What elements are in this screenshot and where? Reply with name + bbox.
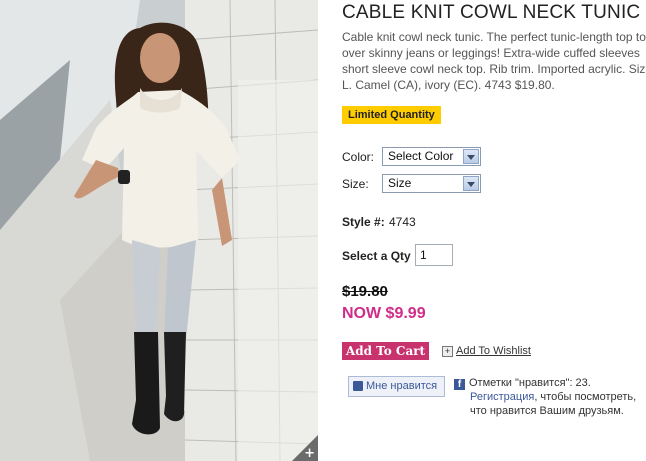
facebook-like-info: f Отметки "нравится": 23. Регистрация, чт… xyxy=(454,376,644,418)
original-price: $19.80 xyxy=(342,283,388,300)
product-description: Cable knit cowl neck tunic. The perfect … xyxy=(342,29,646,93)
product-photo-illustration xyxy=(0,0,318,461)
limited-quantity-badge: Limited Quantity xyxy=(342,106,441,124)
facebook-thumb-icon xyxy=(353,381,363,391)
facebook-friends-line: что нравится Вашим друзьям. xyxy=(470,405,624,417)
add-to-cart-button[interactable]: Add To Cart xyxy=(342,342,429,360)
zoom-plus-icon[interactable]: + xyxy=(304,447,315,460)
product-details: CABLE KNIT COWL NECK TUNIC Cable knit co… xyxy=(342,0,646,461)
select-arrow-icon[interactable] xyxy=(463,176,479,191)
color-select-value: Select Color xyxy=(388,149,454,163)
color-select[interactable]: Select Color xyxy=(382,147,481,166)
product-image[interactable]: + xyxy=(0,0,318,461)
description-line: short sleeve cowl neck top. Rib trim. Im… xyxy=(342,62,646,76)
size-select[interactable]: Size xyxy=(382,174,481,193)
add-to-wishlist-label[interactable]: Add To Wishlist xyxy=(456,345,531,357)
facebook-likes-count: Отметки "нравится": 23. xyxy=(469,377,591,389)
qty-label: Select a Qty xyxy=(342,249,411,263)
add-to-wishlist-link[interactable]: + Add To Wishlist xyxy=(442,345,531,357)
color-label: Color: xyxy=(342,150,375,164)
select-arrow-icon[interactable] xyxy=(463,149,479,164)
facebook-like-button[interactable]: Мне нравится xyxy=(348,376,445,397)
description-line: over skinny jeans or leggings! Extra-wid… xyxy=(342,46,640,60)
facebook-register-link[interactable]: Регистрация xyxy=(470,391,534,403)
facebook-register-line: Регистрация, чтобы посмотреть, xyxy=(454,390,644,404)
description-line: L. Camel (CA), ivory (EC). 4743 $19.80. xyxy=(342,78,555,92)
facebook-like-label: Мне нравится xyxy=(366,380,438,392)
facebook-register-text: , чтобы посмотреть, xyxy=(534,391,637,403)
qty-input[interactable]: 1 xyxy=(415,244,453,266)
add-plus-icon: + xyxy=(442,346,453,357)
size-select-value: Size xyxy=(388,176,412,190)
size-label: Size: xyxy=(342,177,369,191)
description-line: Cable knit cowl neck tunic. The perfect … xyxy=(342,30,646,44)
sale-price: NOW $9.99 xyxy=(342,305,426,322)
product-title: CABLE KNIT COWL NECK TUNIC xyxy=(342,2,641,23)
facebook-f-icon: f xyxy=(454,379,465,390)
style-number: 4743 xyxy=(389,215,416,229)
style-label: Style #: xyxy=(342,215,385,229)
